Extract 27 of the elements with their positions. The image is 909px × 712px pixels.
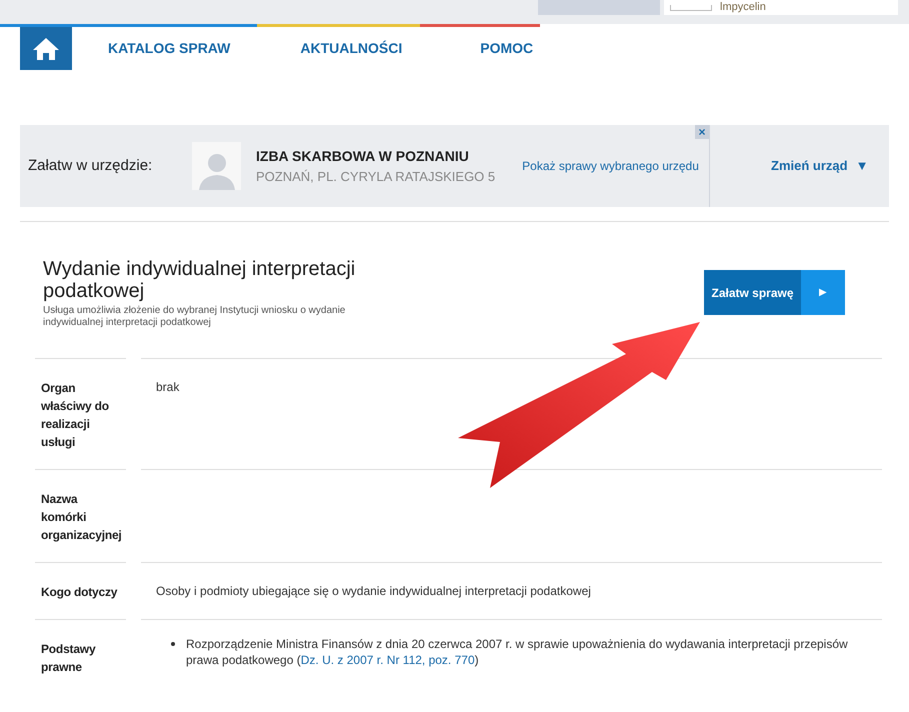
detail-value: Osoby i podmioty ubiegające się o wydanie indywidualnej interpretacji podatkowej (156, 584, 591, 598)
home-icon (32, 36, 60, 60)
office-name: IZBA SKARBOWA W POZNANIU (256, 146, 470, 166)
detail-label: Kogo dotyczy (41, 584, 118, 601)
detail-label: Podstawy prawne (41, 641, 96, 676)
show-cases-link[interactable]: Pokaż sprawy wybranego urzędu (522, 157, 699, 175)
top-text: lmpycelin (720, 1, 766, 14)
bullet-icon (171, 642, 175, 646)
nav-link[interactable]: POMOC (480, 38, 534, 59)
nav-link[interactable]: AKTUALNOŚCI (300, 38, 402, 59)
close-button[interactable]: × (695, 125, 709, 139)
home-button[interactable] (20, 27, 72, 70)
detail-label: Organ właściwy do realizacji usługi (41, 380, 110, 451)
change-office-button[interactable]: Zmień urząd ▼ (771, 156, 868, 176)
nav-link[interactable]: KATALOG SPRAW (108, 38, 230, 59)
detail-label: Nazwa komórki organizacyjnej (41, 491, 123, 544)
journal-link[interactable]: Dz. U. z 2007 r. Nr 112, poz. 770 (300, 653, 475, 667)
caret-icon: ▼ (856, 156, 868, 176)
service-title: Wydanie indywidualnej interpretacji podatkowej (43, 258, 356, 302)
office-address: POZNAŃ, PL. CYRYLA RATAJSKIEGO 5 (256, 168, 496, 186)
detail-value: brak (156, 380, 180, 394)
play-icon: ▶ (801, 270, 845, 315)
small-field[interactable] (670, 4, 712, 10)
handle-case-button[interactable]: Załatw sprawę ▶ (704, 270, 845, 315)
office-prompt: Załatw w urzędzie: (28, 156, 154, 176)
legal-basis-text: Rozporządzenie Ministra Finansów z dnia 20 czerwca 2007 r. w sprawie upoważnienia do wydawania interpretacji przepisów prawa podatkowego (Dz. U. z 2007 r. Nr 112, poz. 770) (186, 636, 849, 668)
service-description: Usługa umożliwia złożenie do wybranej Instytucji wniosku o wydanie indywidualnej interpretacji podatkowej (43, 305, 346, 329)
